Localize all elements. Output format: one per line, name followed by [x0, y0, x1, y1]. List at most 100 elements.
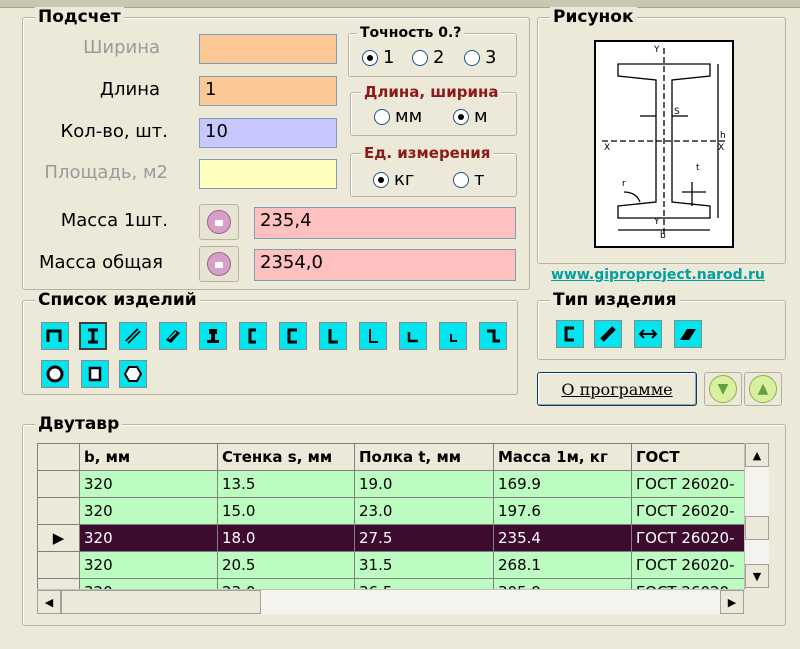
length-unit-m[interactable]: м: [453, 106, 488, 127]
table-row[interactable]: 320 13.5 19.0 169.9 ГОСТ 26020-: [37, 470, 745, 498]
table-cell[interactable]: ГОСТ 26020-: [631, 497, 745, 525]
mass-total-label: Масса общая: [38, 252, 163, 273]
width-label: Ширина: [83, 37, 160, 58]
sheet-type-icon[interactable]: [674, 320, 702, 348]
round-tube-icon[interactable]: [41, 360, 69, 388]
precision-option-3[interactable]: 3: [464, 47, 496, 68]
move-down-button[interactable]: ▼: [704, 372, 742, 406]
arrow-up-icon: ▲: [749, 375, 777, 403]
svg-text:X: X: [718, 143, 724, 153]
table-row[interactable]: 320 20.5 31.5 268.1 ГОСТ 26020-: [37, 551, 745, 579]
table-cell[interactable]: 235.4: [493, 524, 632, 552]
svg-text:S: S: [674, 107, 680, 117]
profile-table[interactable]: b, мм Стенка s, мм Полка t, мм Масса 1м,…: [37, 443, 745, 606]
plate-icon[interactable]: [159, 322, 187, 350]
table-cell[interactable]: 197.6: [493, 497, 632, 525]
table-cell[interactable]: 23.0: [354, 497, 494, 525]
radio-icon: [464, 49, 480, 66]
svg-text:b: b: [660, 231, 666, 241]
col-header-gost[interactable]: ГОСТ: [631, 443, 745, 471]
row-indicator[interactable]: [37, 470, 80, 498]
scroll-left-icon[interactable]: ◀: [37, 590, 61, 614]
table-cell[interactable]: 19.0: [354, 470, 494, 498]
svg-text:X: X: [604, 143, 610, 153]
rail-icon[interactable]: [199, 322, 227, 350]
area-input[interactable]: [199, 159, 337, 189]
svg-text:t: t: [696, 163, 700, 173]
rod-icon[interactable]: [119, 322, 147, 350]
mass-unit-label: кг: [394, 169, 415, 190]
table-vertical-scrollbar[interactable]: ▲ ▼: [744, 443, 769, 588]
angle-equal-icon[interactable]: [399, 322, 427, 350]
table-cell[interactable]: 320: [79, 524, 218, 552]
z-profile-icon[interactable]: [479, 322, 507, 350]
col-header-b[interactable]: b, мм: [79, 443, 218, 471]
i-beam-icon[interactable]: [79, 322, 107, 350]
mass-unit-t[interactable]: т: [453, 169, 485, 190]
table-cell[interactable]: 20.5: [217, 551, 355, 579]
move-up-button[interactable]: ▲: [744, 372, 782, 406]
square-c-icon[interactable]: [279, 322, 307, 350]
table-row[interactable]: ▶ 320 18.0 27.5 235.4 ГОСТ 26020-: [37, 524, 745, 552]
scroll-down-icon[interactable]: ▼: [745, 564, 769, 588]
website-link[interactable]: www.giproproject.narod.ru: [551, 267, 765, 283]
mass-total-copy-button[interactable]: [199, 246, 239, 282]
svg-text:r: r: [622, 179, 626, 189]
mass-one-output[interactable]: 235,4: [254, 207, 516, 239]
table-cell[interactable]: 268.1: [493, 551, 632, 579]
table-cell[interactable]: 18.0: [217, 524, 355, 552]
arrow-type-icon[interactable]: [634, 320, 662, 348]
i-beam-drawing: Y X X Sh b t r Y: [594, 40, 734, 248]
col-header-web[interactable]: Стенка s, мм: [217, 443, 355, 471]
qty-input[interactable]: 10: [199, 118, 337, 148]
table-horizontal-scrollbar[interactable]: ◀ ▶: [37, 589, 744, 614]
table-cell[interactable]: 169.9: [493, 470, 632, 498]
length-input[interactable]: 1: [199, 76, 337, 106]
table-cell[interactable]: 320: [79, 551, 218, 579]
angle-thin-icon[interactable]: [359, 322, 387, 350]
profile-type-icon[interactable]: [556, 320, 584, 348]
col-header-mass[interactable]: Масса 1м, кг: [493, 443, 632, 471]
col-header-flange[interactable]: Полка t, мм: [354, 443, 494, 471]
lock-icon: [207, 252, 231, 276]
row-indicator[interactable]: [37, 497, 80, 525]
table-cell[interactable]: 27.5: [354, 524, 494, 552]
length-unit-label: м: [474, 106, 488, 127]
vertical-scroll-thumb[interactable]: [745, 516, 769, 540]
svg-text:Y: Y: [653, 217, 660, 227]
hex-bar-icon[interactable]: [119, 360, 147, 388]
table-row[interactable]: 320 15.0 23.0 197.6 ГОСТ 26020-: [37, 497, 745, 525]
mass-unit-kg[interactable]: кг: [373, 169, 414, 190]
table-cell[interactable]: ГОСТ 26020-: [631, 551, 745, 579]
mass-one-label: Масса 1шт.: [60, 210, 168, 231]
mass-total-output[interactable]: 2354,0: [254, 249, 516, 281]
channel-c-icon[interactable]: [239, 322, 267, 350]
scroll-corner: [744, 589, 768, 613]
channel-profile-icon[interactable]: [41, 322, 69, 350]
scroll-right-icon[interactable]: ▶: [720, 590, 744, 614]
angle-small-icon[interactable]: [439, 322, 467, 350]
table-cell[interactable]: 31.5: [354, 551, 494, 579]
bar-type-icon[interactable]: [594, 320, 622, 348]
table-cell[interactable]: ГОСТ 26020-: [631, 524, 745, 552]
square-tube-icon[interactable]: [81, 360, 109, 388]
table-cell[interactable]: 15.0: [217, 497, 355, 525]
table-cell[interactable]: ГОСТ 26020-: [631, 470, 745, 498]
table-cell[interactable]: 320: [79, 497, 218, 525]
mass-one-copy-button[interactable]: [199, 204, 239, 240]
about-button[interactable]: О программе: [537, 372, 697, 406]
table-cell[interactable]: 320: [79, 470, 218, 498]
type-title: Тип изделия: [550, 290, 680, 310]
table-cell[interactable]: 13.5: [217, 470, 355, 498]
precision-option-2[interactable]: 2: [412, 47, 444, 68]
width-input[interactable]: [199, 34, 337, 64]
precision-title: Точность 0.?: [357, 23, 465, 43]
length-unit-mm[interactable]: мм: [374, 106, 422, 127]
qty-label: Кол-во, шт.: [60, 121, 168, 142]
row-indicator[interactable]: [37, 551, 80, 579]
scroll-up-icon[interactable]: ▲: [745, 443, 769, 467]
horizontal-scroll-thumb[interactable]: [61, 590, 261, 614]
angle-l-icon[interactable]: [319, 322, 347, 350]
row-pointer-icon[interactable]: ▶: [37, 524, 80, 552]
precision-option-1[interactable]: 1: [362, 47, 394, 68]
